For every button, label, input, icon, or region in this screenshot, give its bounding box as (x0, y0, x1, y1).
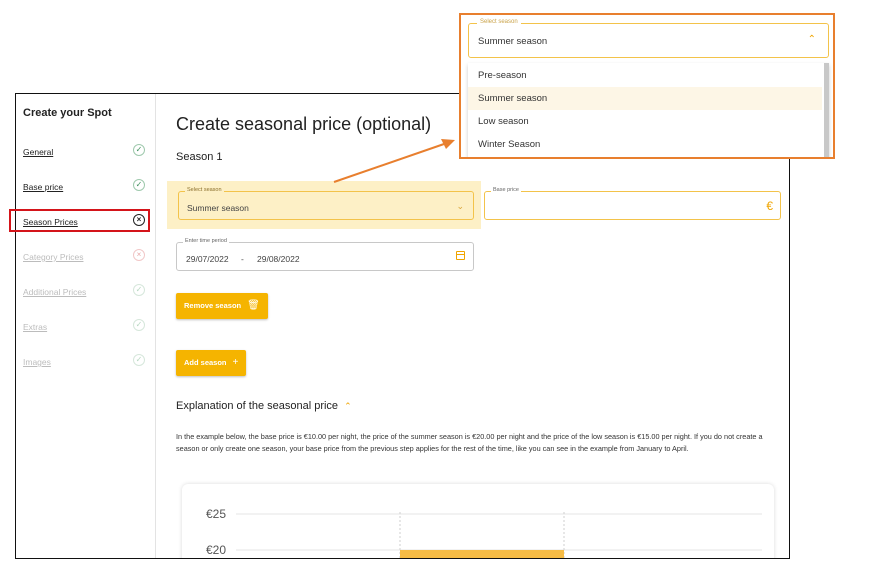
time-period-input[interactable]: Enter time period 29/07/2022 - 29/08/202… (176, 238, 474, 271)
add-season-button[interactable]: Add season + (176, 350, 247, 376)
sidebar-item-additional-prices[interactable]: Additional Prices ✓ (23, 284, 145, 300)
chevron-up-icon: ⌃ (344, 401, 352, 411)
season-select-open[interactable]: Select season Summer season ⌃ (468, 19, 829, 58)
season-select-label: Select season (477, 19, 521, 25)
close-icon: × (133, 249, 145, 261)
remove-season-label: Remove season (184, 301, 242, 310)
season-select-value: Summer season (187, 203, 249, 213)
sidebar-item-label: General (23, 147, 54, 157)
sidebar-item-label: Category Prices (23, 252, 84, 262)
check-icon: ✓ (133, 179, 145, 191)
check-icon: ✓ (133, 319, 145, 331)
euro-icon: € (766, 199, 773, 213)
dropdown-zoom-callout: Select season Summer season ⌃ Pre-season… (459, 13, 835, 159)
sidebar-item-extras[interactable]: Extras ✓ (23, 319, 145, 335)
price-chart: €25 €20 (206, 507, 762, 558)
explanation-title: Explanation of the seasonal price (176, 400, 339, 412)
app-window: Create your Spot General ✓ Base price ✓ … (15, 93, 790, 559)
sidebar-item-label: Images (23, 357, 51, 367)
season-title: Season 1 (176, 151, 223, 163)
sidebar-item-label: Base price (23, 182, 64, 192)
time-period-separator: - (241, 254, 244, 264)
option-winter-season[interactable]: Winter Season (468, 133, 822, 156)
season-select-label: Select season (185, 187, 224, 193)
scrollbar[interactable] (824, 63, 829, 157)
y-tick-label: €25 (206, 507, 226, 521)
sidebar: Create your Spot General ✓ Base price ✓ … (16, 94, 156, 558)
main-content: Create seasonal price (optional) Season … (167, 94, 789, 558)
sidebar-item-base-price[interactable]: Base price ✓ (23, 179, 145, 195)
sidebar-title: Create your Spot (23, 107, 112, 119)
season-select-value: Summer season (478, 36, 548, 47)
season-options-list: Pre-season Summer season Low season Wint… (468, 63, 829, 157)
sidebar-item-general[interactable]: General ✓ (23, 144, 145, 160)
chevron-up-icon: ⌃ (807, 34, 816, 45)
option-low-season[interactable]: Low season (468, 110, 822, 133)
explanation-text: In the example below, the base price is … (176, 432, 763, 453)
chevron-down-icon: ⌄ (456, 201, 464, 211)
check-icon: ✓ (133, 284, 145, 296)
base-price-label: Base price (491, 187, 521, 193)
trash-icon: 🗑 (247, 300, 260, 311)
season-select[interactable]: Select season Summer season ⌄ (178, 187, 474, 220)
y-tick-label: €20 (206, 543, 226, 557)
explanation-toggle[interactable]: Explanation of the seasonal price ⌃ (176, 400, 352, 412)
time-period-end: 29/08/2022 (257, 254, 300, 264)
check-icon: ✓ (133, 354, 145, 366)
option-pre-season[interactable]: Pre-season (468, 64, 822, 87)
page-title: Create seasonal price (optional) (176, 114, 432, 134)
time-period-start: 29/07/2022 (186, 254, 229, 264)
remove-season-button[interactable]: Remove season 🗑 (176, 293, 268, 319)
calendar-icon[interactable] (456, 251, 465, 260)
season-prices-highlight (9, 209, 150, 232)
sidebar-item-label: Additional Prices (23, 287, 87, 297)
option-summer-season[interactable]: Summer season (468, 87, 822, 110)
sidebar-item-label: Extras (23, 322, 48, 332)
sidebar-item-images[interactable]: Images ✓ (23, 354, 145, 370)
plus-icon: + (232, 357, 239, 368)
price-chart-card: €25 €20 (182, 484, 774, 558)
price-bar (400, 550, 564, 558)
add-season-label: Add season (184, 358, 227, 367)
check-icon: ✓ (133, 144, 145, 156)
time-period-label: Enter time period (183, 238, 229, 244)
base-price-input[interactable]: Base price € (484, 187, 781, 220)
sidebar-item-category-prices[interactable]: Category Prices × (23, 249, 145, 265)
